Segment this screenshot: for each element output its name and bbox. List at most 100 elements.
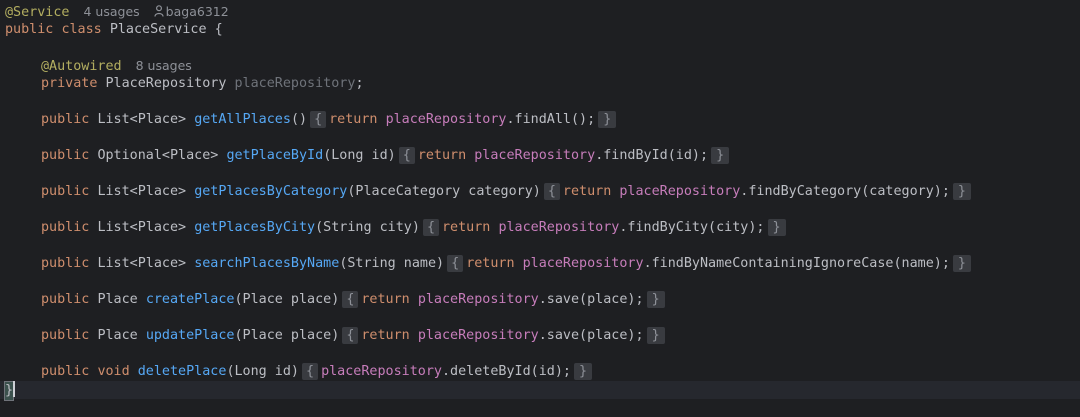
method-return-type: void (97, 364, 130, 379)
class-name: PlaceService (109, 22, 207, 37)
return-keyword: return (361, 328, 410, 343)
method-name: getPlaceById (226, 148, 324, 163)
method-line-get-places-by-category: public List<Place> getPlacesByCategory(P… (5, 183, 971, 201)
method-name: getPlacesByCategory (194, 184, 348, 199)
method-return-type: List<Place> (97, 220, 187, 235)
method-line-get-places-by-city: public List<Place> getPlacesByCity(Strin… (5, 219, 786, 237)
field-declaration-line: private PlaceRepository placeRepository; (5, 75, 364, 93)
return-keyword: return (562, 184, 612, 199)
fold-open-marker[interactable]: { (543, 183, 560, 200)
method-params: (String city) (315, 220, 420, 235)
field-annotation-line: @Autowired 8 usages (5, 57, 192, 75)
method-params: (String name) (339, 256, 445, 271)
repository-call: .findByNameContainingIgnoreCase(name); (643, 256, 950, 271)
method-modifier: public (41, 148, 90, 163)
method-modifier: public (41, 220, 90, 235)
fold-open-marker[interactable]: { (422, 219, 439, 236)
fold-close-marker[interactable]: } (646, 327, 665, 344)
method-name: getAllPlaces (194, 112, 291, 127)
author-hint[interactable]: baga6312 (166, 4, 229, 19)
repository-ref: placeRepository (474, 148, 596, 163)
fold-open-marker[interactable]: { (342, 291, 359, 308)
method-line-update-place: public Place updatePlace(Place place){re… (5, 327, 665, 345)
method-return-type: List<Place> (97, 112, 187, 127)
field-usages-hint[interactable]: 8 usages (136, 58, 192, 73)
repository-call: .save(place); (538, 292, 644, 307)
class-annotation-line: @Service 4 usages baga6312 (5, 3, 229, 21)
class-close-line: } (3, 381, 16, 401)
fold-close-marker[interactable]: } (646, 291, 665, 308)
service-annotation: @Service (5, 5, 70, 20)
repository-call: .findByCategory(category); (740, 184, 950, 199)
method-name: getPlacesByCity (194, 220, 316, 235)
repository-ref: placeRepository (417, 328, 539, 343)
method-return-type: Place (97, 292, 138, 307)
class-usages-hint[interactable]: 4 usages (84, 4, 140, 19)
repository-call: .findAll(); (506, 112, 596, 127)
return-keyword: return (442, 220, 491, 235)
fold-close-marker[interactable]: } (711, 147, 730, 164)
method-params: (Long id) (226, 364, 299, 379)
method-modifier: public (41, 112, 90, 127)
repository-call: .findByCity(city); (619, 220, 765, 235)
field-semicolon: ; (355, 76, 364, 91)
repository-ref: placeRepository (417, 292, 539, 307)
fold-close-marker[interactable]: } (952, 183, 971, 200)
method-modifier: public (41, 328, 90, 343)
method-modifier: public (41, 364, 90, 379)
method-line-get-place-by-id: public Optional<Place> getPlaceById(Long… (5, 147, 730, 165)
class-close-brace: } (3, 381, 15, 401)
keyword-private: private (41, 76, 98, 91)
fold-open-marker[interactable]: { (447, 255, 464, 272)
repository-ref: placeRepository (522, 256, 644, 271)
fold-close-marker[interactable]: } (598, 111, 617, 128)
code-editor[interactable]: @Service 4 usages baga6312 public class Pl… (0, 0, 1080, 417)
method-params: () (290, 112, 308, 127)
class-open-brace: { (214, 22, 223, 37)
fold-close-marker[interactable]: } (952, 255, 971, 272)
keyword-public: public (5, 22, 54, 37)
return-keyword: return (361, 292, 410, 307)
text-caret (13, 381, 16, 397)
method-name: deletePlace (137, 364, 227, 379)
fold-open-marker[interactable]: { (302, 363, 319, 380)
repository-ref: placeRepository (385, 112, 507, 127)
method-line-create-place: public Place createPlace(Place place){re… (5, 291, 665, 309)
method-line-search-places-by-name: public List<Place> searchPlacesByName(St… (5, 255, 971, 273)
method-modifier: public (41, 256, 90, 271)
method-name: searchPlacesByName (194, 256, 340, 271)
method-line-get-all-places: public List<Place> getAllPlaces(){return… (5, 111, 617, 129)
repository-call: .findById(id); (595, 148, 709, 163)
repository-ref: placeRepository (619, 184, 741, 199)
method-modifier: public (41, 184, 90, 199)
repository-call: .save(place); (538, 328, 644, 343)
fold-open-marker[interactable]: { (342, 327, 359, 344)
method-modifier: public (41, 292, 90, 307)
repository-call: .deleteById(id); (442, 364, 571, 379)
method-name: updatePlace (145, 328, 235, 343)
return-keyword: return (329, 112, 378, 127)
method-return-type: Place (97, 328, 138, 343)
method-line-delete-place: public void deletePlace(Long id){placeRe… (5, 363, 593, 381)
method-return-type: List<Place> (97, 256, 187, 271)
fold-close-marker[interactable]: } (767, 219, 786, 236)
keyword-class: class (61, 22, 102, 37)
fold-open-marker[interactable]: { (398, 147, 415, 164)
fold-open-marker[interactable]: { (310, 111, 327, 128)
field-type: PlaceRepository (105, 76, 227, 91)
repository-ref: placeRepository (321, 364, 442, 379)
method-params: (Place place) (234, 292, 340, 307)
method-params: (Place place) (234, 328, 340, 343)
autowired-annotation: @Autowired (41, 59, 122, 74)
method-params: (PlaceCategory category) (347, 184, 541, 199)
field-name: placeRepository (234, 76, 356, 91)
method-return-type: List<Place> (97, 184, 187, 199)
method-params: (Long id) (323, 148, 396, 163)
repository-ref: placeRepository (498, 220, 620, 235)
current-line-highlight (0, 381, 1080, 399)
return-keyword: return (466, 256, 515, 271)
method-return-type: Optional<Place> (97, 148, 219, 163)
person-icon (154, 5, 164, 17)
fold-close-marker[interactable]: } (574, 363, 593, 380)
return-keyword: return (417, 148, 467, 163)
